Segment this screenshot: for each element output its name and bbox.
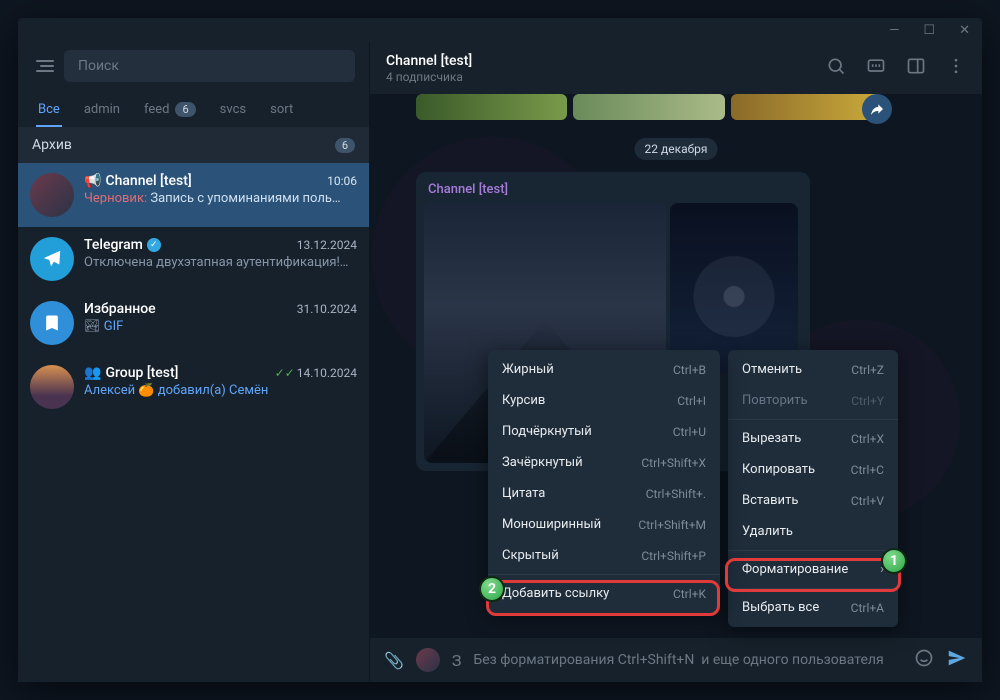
chat-icon[interactable]: [866, 56, 886, 80]
menu-item[interactable]: КурсивCtrl+I: [488, 385, 720, 416]
chat-name: Избранное: [84, 301, 156, 317]
window-controls: — ☐ ✕: [18, 18, 982, 42]
chat-time: ✓✓14.10.2024: [275, 366, 357, 380]
avatar: [30, 237, 74, 281]
media-thumbs[interactable]: [416, 94, 882, 120]
menu-item[interactable]: МоноширинныйCtrl+Shift+M: [488, 509, 720, 540]
tab-svcs[interactable]: svcs: [218, 96, 248, 127]
post-image[interactable]: [670, 203, 798, 373]
chat-name: 📢Channel [test]: [84, 173, 192, 189]
menu-item[interactable]: СкрытыйCtrl+Shift+P: [488, 540, 720, 571]
sidebar: Поиск Все admin feed6 svcs sort Архив 6 …: [18, 42, 370, 682]
archive-row[interactable]: Архив 6: [18, 127, 369, 163]
attach-icon[interactable]: 📎: [384, 651, 404, 670]
menu-item[interactable]: Удалить: [728, 516, 898, 547]
tab-feed[interactable]: feed6: [142, 96, 198, 127]
send-button[interactable]: [946, 647, 968, 673]
chat-item[interactable]: Telegram ✓ 13.12.2024 Отключена двухэтапн…: [18, 227, 369, 291]
folder-tabs: Все admin feed6 svcs sort: [18, 90, 369, 127]
chat-header-sub: 4 подписчика: [386, 70, 472, 84]
tab-all[interactable]: Все: [36, 96, 62, 127]
avatar: [30, 301, 74, 345]
chat-time: 10:06: [327, 174, 357, 188]
emoji-icon[interactable]: [914, 648, 934, 672]
checks-icon: ✓✓: [275, 366, 295, 380]
avatar: [30, 365, 74, 409]
menu-item[interactable]: ПовторитьCtrl+Y: [728, 385, 898, 416]
chat-name: Telegram ✓: [84, 237, 161, 253]
menu-item[interactable]: ОтменитьCtrl+Z: [728, 354, 898, 385]
chat-header-title: Channel [test]: [386, 53, 472, 69]
message-input[interactable]: Без форматирования Ctrl+Shift+N и еще од…: [473, 652, 902, 668]
menu-item[interactable]: Добавить ссылкуCtrl+K: [488, 578, 720, 609]
menu-item[interactable]: ПодчёркнутыйCtrl+U: [488, 416, 720, 447]
tab-admin[interactable]: admin: [82, 96, 122, 127]
search-icon[interactable]: [826, 56, 846, 80]
minimize-button[interactable]: —: [889, 23, 899, 38]
chat-item[interactable]: 📢Channel [test] 10:06 Черновик: Запись с …: [18, 163, 369, 227]
reply-avatar: [416, 648, 440, 672]
menu-item[interactable]: ЖирныйCtrl+B: [488, 354, 720, 385]
menu-item[interactable]: КопироватьCtrl+C: [728, 454, 898, 485]
archive-badge: 6: [335, 138, 355, 153]
chat-item[interactable]: 👥Group [test] ✓✓14.10.2024 Алексей 🍊 доба…: [18, 355, 369, 419]
chat-preview: 🏞 GIF: [84, 319, 357, 334]
chat-header[interactable]: Channel [test] 4 подписчика: [370, 42, 982, 94]
context-menu: ОтменитьCtrl+ZПовторитьCtrl+Y ВырезатьCtr…: [728, 350, 898, 627]
chat-preview: Алексей 🍊 добавил(а) Семён: [84, 383, 357, 398]
chat-name: 👥Group [test]: [84, 365, 178, 381]
tab-sort[interactable]: sort: [268, 96, 295, 127]
avatar: [30, 173, 74, 217]
forward-button[interactable]: [862, 94, 892, 124]
date-pill: 22 декабря: [635, 138, 718, 160]
menu-item[interactable]: ВставитьCtrl+V: [728, 485, 898, 516]
close-button[interactable]: ✕: [959, 23, 970, 38]
menu-item[interactable]: Выбрать всеCtrl+A: [728, 592, 898, 623]
chat-list: 📢Channel [test] 10:06 Черновик: Запись с …: [18, 163, 369, 682]
chat-item[interactable]: Избранное 31.10.2024 🏞 GIF: [18, 291, 369, 355]
sidepanel-icon[interactable]: [906, 56, 926, 80]
format-submenu: ЖирныйCtrl+BКурсивCtrl+IПодчёркнутыйCtrl…: [488, 350, 720, 613]
archive-label: Архив: [32, 137, 72, 153]
menu-item[interactable]: ЗачёркнутыйCtrl+Shift+X: [488, 447, 720, 478]
menu-item[interactable]: ЦитатаCtrl+Shift+.: [488, 478, 720, 509]
megaphone-icon: 📢: [84, 173, 101, 189]
annotation-badge: 2: [479, 576, 505, 602]
chat-preview: Черновик: Запись с упоминаниями поль…: [84, 191, 357, 206]
chat-preview: Отключена двухэтапная аутентификация!…: [84, 255, 357, 270]
more-icon[interactable]: [946, 56, 966, 80]
chat-time: 13.12.2024: [297, 238, 357, 252]
post-from: Channel [test]: [428, 182, 798, 197]
verified-icon: ✓: [147, 238, 161, 252]
message-input-bar: 📎 З Без форматирования Ctrl+Shift+N и ещ…: [370, 638, 982, 682]
tab-feed-badge: 6: [175, 102, 195, 117]
maximize-button[interactable]: ☐: [923, 23, 935, 38]
menu-icon[interactable]: [32, 60, 54, 72]
search-input[interactable]: Поиск: [64, 50, 355, 82]
menu-item[interactable]: ВырезатьCtrl+X: [728, 423, 898, 454]
draft-char: З: [452, 651, 462, 670]
chat-time: 31.10.2024: [297, 302, 357, 316]
menu-item[interactable]: Форматирование›: [728, 554, 898, 585]
annotation-badge: 1: [881, 548, 907, 574]
group-icon: 👥: [84, 365, 101, 381]
